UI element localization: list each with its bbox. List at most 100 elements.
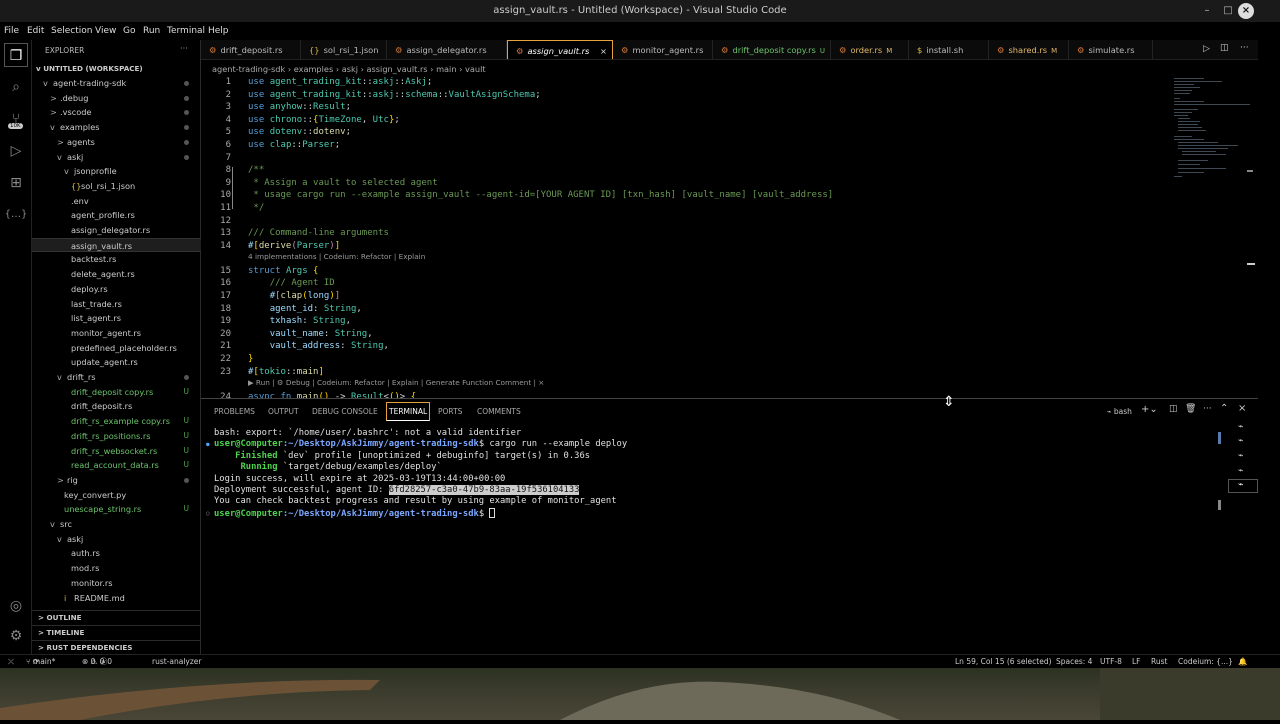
indentation[interactable]: Spaces: 4 [1056,655,1092,669]
settings-gear-icon[interactable]: ⚙ [4,624,28,648]
tab-output[interactable]: OUTPUT [268,407,299,416]
code-line[interactable]: * Assign a vault to selected agent [248,178,437,188]
new-terminal-icon[interactable]: +⌄ [1141,404,1158,415]
code-editor[interactable]: 1 use agent_trading_kit::askj::Askj; 2 use … [201,76,1258,398]
editor-tab[interactable]: ⚙ assign_vault.rs × [507,40,613,59]
tree-item[interactable]: v examples [32,120,201,135]
tree-item[interactable]: monitor_agent.rs [32,326,201,341]
terminal-instance-active-icon[interactable]: ⌁ [1228,479,1258,493]
terminal-instance-icon[interactable]: ⌁ [1238,422,1243,432]
tree-item[interactable]: v agent-trading-sdk [32,76,201,91]
menu-view[interactable]: View [95,26,116,36]
tree-item[interactable]: drift_rs_positions.rs U [32,429,201,444]
codeium-status[interactable]: Codeium: {...} [1178,655,1233,669]
section-outline[interactable]: > OUTLINE [32,610,201,624]
breadcrumb-item[interactable]: examples [294,64,334,74]
tab-comments[interactable]: COMMENTS [477,407,521,416]
terminal-instance-icon[interactable]: ⌁ [1238,451,1243,461]
agent-id-selected[interactable]: 6fd28257-c3a0-47b9-83aa-19f536104133 [388,485,580,495]
tree-item[interactable]: predefined_placeholder.rs [32,341,201,356]
editor-tab[interactable]: {} sol_rsi_1.json [301,40,387,59]
run-debug-icon[interactable]: ▷ [4,139,28,163]
rust-analyzer-status[interactable]: rust-analyzer [152,655,202,669]
code-line[interactable]: txhash: String, [248,316,351,326]
tree-item[interactable]: v askj [32,150,201,165]
editor-tab[interactable]: ⚙ drift_deposit copy.rs U [713,40,831,59]
section-rust-dependencies[interactable]: > RUST DEPENDENCIES [32,640,201,654]
breadcrumb-item[interactable]: assign_vault.rs [367,64,428,74]
tree-item[interactable]: drift_deposit copy.rs U [32,385,201,400]
menu-help[interactable]: Help [208,26,229,36]
branch-status[interactable]: ⑂ main* ⟳ [26,655,55,669]
tree-item[interactable]: > agents [32,135,201,150]
breadcrumb-item[interactable]: main [436,64,456,74]
tree-item[interactable]: auth.rs [32,546,201,561]
tree-item[interactable]: > .vscode [32,105,201,120]
code-line[interactable]: use agent_trading_kit::askj::Askj; [248,77,432,87]
editor-tab[interactable]: $ install.sh [909,40,989,59]
code-line[interactable]: use dotenv::dotenv; [248,127,351,137]
code-lens[interactable]: 4 implementations | Codeium: Refactor | … [248,252,425,261]
code-line[interactable]: /// Agent ID [248,278,335,288]
tree-item[interactable]: .env [32,194,201,209]
terminal-shell-icon[interactable]: ⌁ bash [1107,407,1132,416]
tree-item[interactable]: v jsonprofile [32,164,201,179]
encoding[interactable]: UTF-8 [1100,655,1122,669]
code-line[interactable]: */ [248,203,264,213]
close-panel-icon[interactable]: × [1238,403,1246,414]
tree-item[interactable]: update_agent.rs [32,355,201,370]
editor-tab[interactable]: ⚙ monitor_agent.rs [613,40,713,59]
tree-item[interactable]: v drift_rs [32,370,201,385]
code-line[interactable]: /** [248,165,264,175]
notifications-icon[interactable]: 🔔 [1238,655,1247,669]
tree-item[interactable]: list_agent.rs [32,311,201,326]
search-icon[interactable]: ⌕ [4,75,28,99]
menu-selection[interactable]: Selection [51,26,92,36]
code-line[interactable]: #[tokio::main] [248,367,324,377]
eol[interactable]: LF [1132,655,1141,669]
tree-item[interactable]: last_trade.rs [32,297,201,312]
tree-item[interactable]: > .debug [32,91,201,106]
tree-item[interactable]: drift_rs_example copy.rs U [32,414,201,429]
tree-item[interactable]: monitor.rs [32,576,201,591]
editor-tab[interactable]: ⚙ order.rs M [831,40,909,59]
code-line[interactable]: #[derive(Parser)] [248,241,340,251]
tab-debug-console[interactable]: DEBUG CONSOLE [312,407,378,416]
tree-item[interactable]: assign_delegator.rs [32,223,201,238]
tree-item[interactable]: drift_rs_websocket.rs U [32,444,201,459]
close-tab-icon[interactable]: × [600,41,607,59]
tree-item[interactable]: drift_deposit.rs [32,399,201,414]
code-line[interactable]: vault_address: String, [248,341,389,351]
workspace-root[interactable]: v UNTITLED (WORKSPACE) [32,62,201,77]
tree-item[interactable]: delete_agent.rs [32,267,201,282]
terminal-instance-icon[interactable]: ⌁ [1238,466,1243,476]
breadcrumb-item[interactable]: vault [465,64,486,74]
tree-item[interactable]: {} sol_rsi_1.json [32,179,201,194]
tree-item[interactable]: mod.rs [32,561,201,576]
code-line[interactable]: vault_name: String, [248,329,373,339]
kill-terminal-icon[interactable]: 🗑 [1185,404,1196,414]
editor-tab[interactable]: ⚙ assign_delegator.rs [387,40,507,59]
remote-icon[interactable]: ⤫ [8,655,14,669]
code-line[interactable]: * usage cargo run --example assign_vault… [248,190,833,200]
section-timeline[interactable]: > TIMELINE [32,625,201,639]
editor-more-icon[interactable]: ··· [1240,43,1249,53]
tree-item[interactable]: v askj [32,532,201,547]
code-line[interactable]: } [248,354,253,364]
menu-run[interactable]: Run [143,26,160,36]
code-line[interactable]: use clap::Parser; [248,140,340,150]
breadcrumb-item[interactable]: agent-trading-sdk [212,64,285,74]
code-line[interactable]: use anyhow::Result; [248,102,351,112]
tree-item[interactable]: read_account_data.rs U [32,458,201,473]
tree-item[interactable]: backtest.rs [32,252,201,267]
code-line[interactable]: use chrono::{TimeZone, Utc}; [248,115,400,125]
code-line[interactable]: /// Command-line arguments [248,228,389,238]
tab-ports[interactable]: PORTS [438,407,462,416]
tree-item[interactable]: deploy.rs [32,282,201,297]
menu-file[interactable]: File [4,26,19,36]
terminal-output[interactable]: bash: export: `/home/user/.bashrc': not … [201,424,1226,654]
menu-terminal[interactable]: Terminal [167,26,205,36]
run-file-icon[interactable]: ▷ [1203,44,1210,54]
tree-item[interactable]: key_convert.py [32,488,201,503]
split-terminal-icon[interactable]: ◫ [1169,404,1178,414]
